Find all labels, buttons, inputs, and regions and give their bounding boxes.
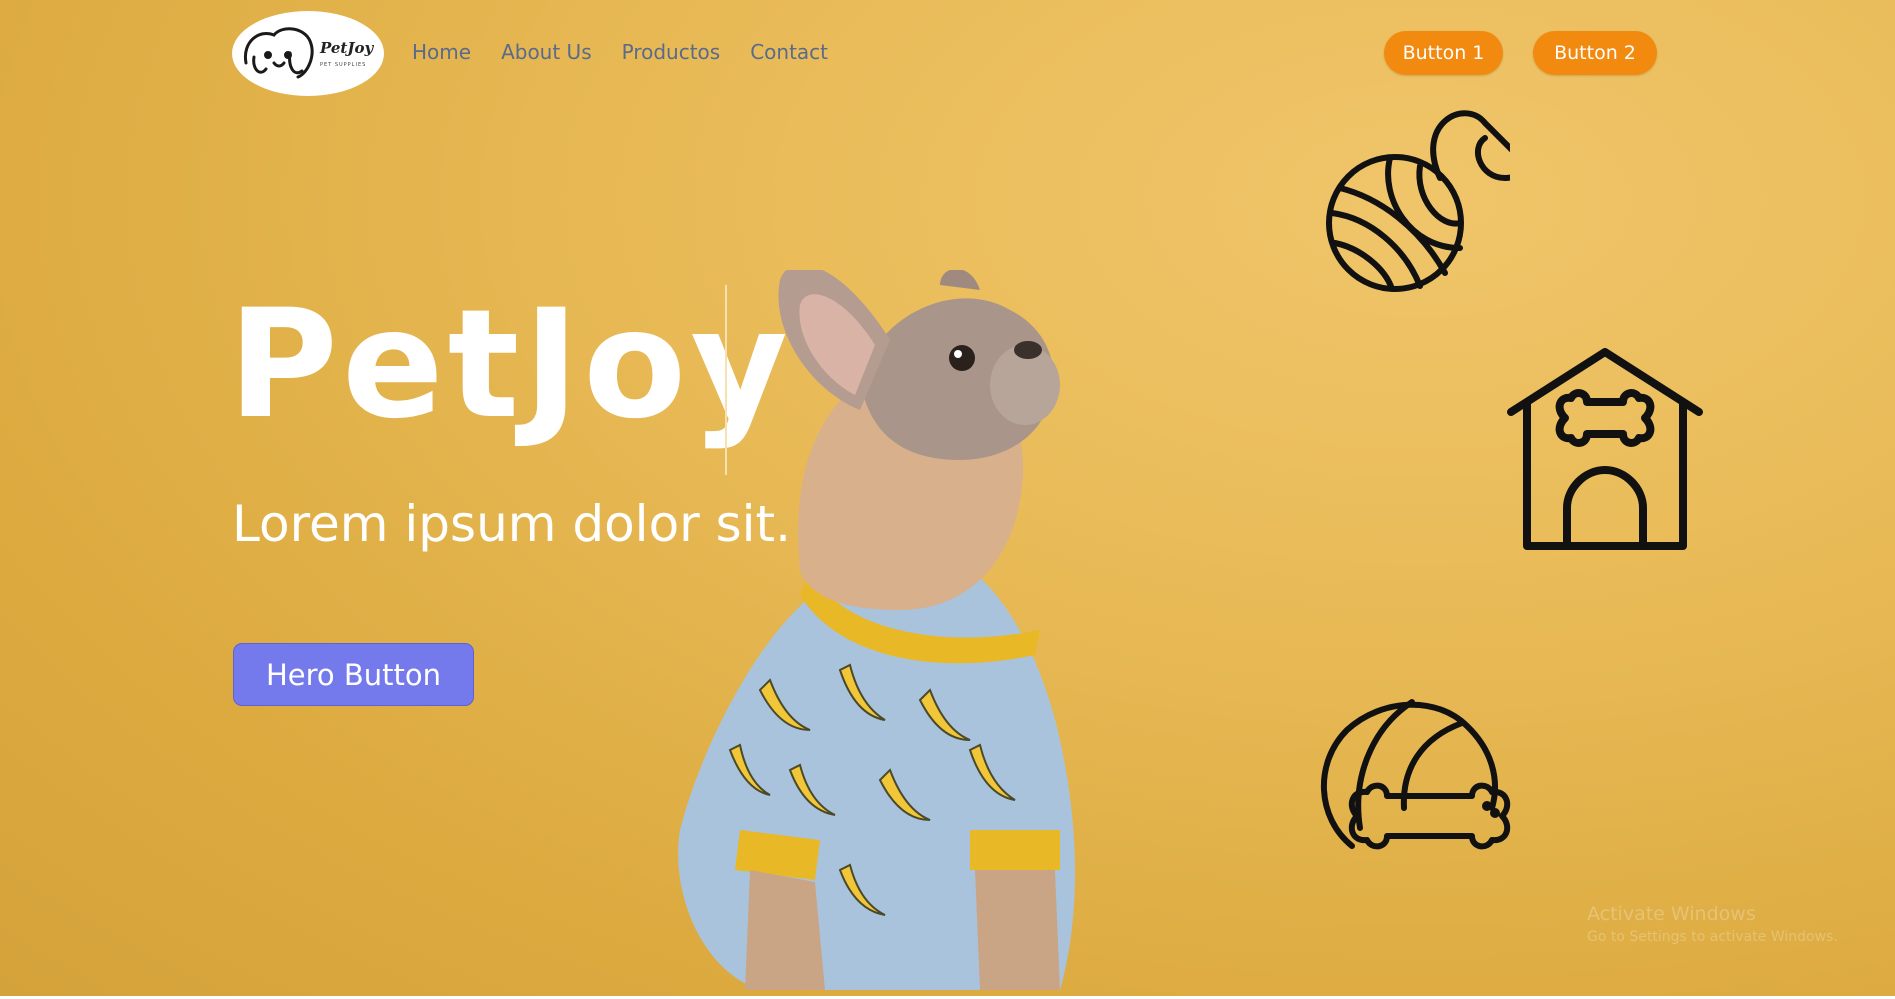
hero-title: PetJoy: [228, 278, 793, 452]
hero-divider: [725, 285, 727, 475]
dog-house-icon: [1507, 348, 1703, 550]
watermark-line-1: Activate Windows: [1587, 903, 1756, 925]
main-nav: Home About Us Productos Contact: [412, 40, 828, 64]
hero-button[interactable]: Hero Button: [233, 643, 474, 706]
hero-tagline: Lorem ipsum dolor sit.: [232, 495, 792, 553]
button-2[interactable]: Button 2: [1533, 31, 1657, 75]
ball-and-bone-icon: [1320, 699, 1511, 850]
logo-subtitle: PET SUPPLIES: [320, 62, 367, 68]
watermark-line-2: Go to Settings to activate Windows.: [1587, 929, 1838, 945]
hero-section: PetJoy PET SUPPLIES Home About Us Produc…: [0, 0, 1895, 999]
yarn-ball-icon: [1326, 110, 1510, 292]
nav-contact[interactable]: Contact: [750, 40, 828, 64]
nav-productos[interactable]: Productos: [622, 40, 721, 64]
activate-windows-watermark: Activate Windows Go to Settings to activ…: [1587, 903, 1838, 945]
nav-home[interactable]: Home: [412, 40, 471, 64]
logo-text: PetJoy: [320, 39, 374, 57]
button-1[interactable]: Button 1: [1384, 31, 1503, 75]
logo[interactable]: PetJoy PET SUPPLIES: [232, 11, 384, 96]
nav-about-us[interactable]: About Us: [501, 40, 592, 64]
